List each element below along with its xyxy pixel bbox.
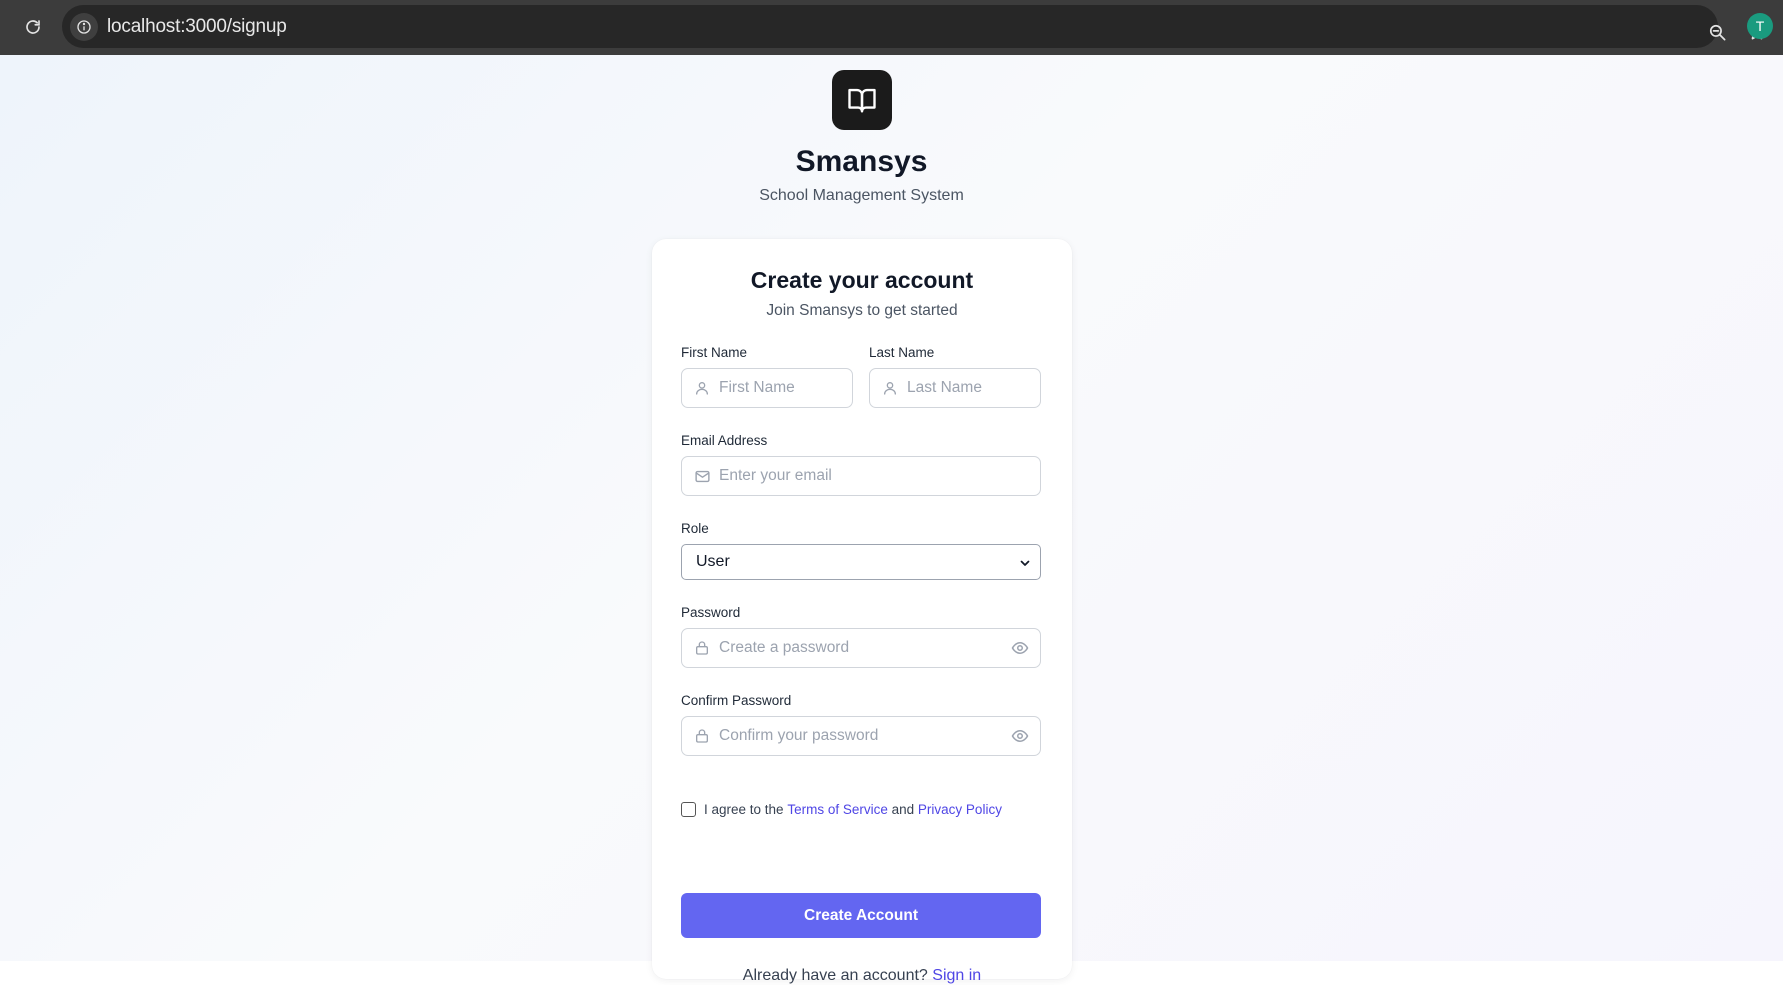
first-name-label: First Name	[681, 345, 748, 360]
terms-checkbox[interactable]	[681, 801, 696, 817]
email-field[interactable]	[681, 456, 1041, 496]
lock-icon	[693, 639, 711, 657]
email-label: Email Address	[681, 433, 768, 448]
terms-row: I agree to the Terms of Service and Priv…	[681, 800, 1002, 818]
terms-of-service-link[interactable]: Terms of Service	[787, 802, 888, 817]
reload-button[interactable]	[18, 12, 48, 42]
info-icon	[77, 20, 91, 34]
signin-row: Already have an account? Sign in	[652, 967, 1072, 985]
password-field[interactable]	[681, 628, 1041, 668]
role-label: Role	[681, 521, 709, 536]
signup-card: Create your account Join Smansys to get …	[652, 239, 1072, 984]
zoom-icon	[1709, 24, 1725, 40]
reload-icon	[26, 20, 40, 34]
password-input[interactable]	[719, 629, 989, 667]
mail-icon	[693, 467, 711, 485]
profile-avatar[interactable]: T	[1747, 13, 1773, 39]
book-open-icon	[848, 88, 876, 113]
brand-logo	[832, 70, 892, 130]
confirm-password-input[interactable]	[719, 717, 989, 755]
last-name-label: Last Name	[869, 345, 935, 360]
eye-icon[interactable]	[1010, 639, 1030, 657]
password-label: Password	[681, 605, 741, 620]
last-name-field[interactable]	[869, 368, 1041, 408]
signup-page: Smansys School Management System Create …	[0, 55, 1783, 984]
eye-icon[interactable]	[1010, 727, 1030, 745]
brand-name: Smansys	[795, 145, 928, 178]
browser-toolbar: localhost:3000/signup T	[0, 0, 1783, 55]
create-account-button[interactable]: Create Account	[681, 893, 1041, 938]
form-subtitle: Join Smansys to get started	[766, 302, 958, 319]
privacy-policy-link[interactable]: Privacy Policy	[918, 802, 1002, 817]
chevron-down-icon	[1018, 556, 1032, 570]
email-input[interactable]	[719, 457, 1029, 495]
confirm-password-field[interactable]	[681, 716, 1041, 756]
last-name-input[interactable]	[907, 369, 1032, 407]
form-title: Create your account	[750, 267, 974, 293]
first-name-field[interactable]	[681, 368, 853, 408]
zoom-button[interactable]	[1702, 17, 1732, 47]
url-text[interactable]: localhost:3000/signup	[107, 16, 287, 38]
brand-tagline: School Management System	[759, 187, 964, 204]
signin-prompt: Already have an account?	[742, 967, 928, 984]
site-info-button[interactable]	[70, 13, 98, 41]
address-bar[interactable]: localhost:3000/signup	[62, 5, 1766, 48]
lock-icon	[693, 727, 711, 745]
sign-in-link[interactable]: Sign in	[932, 967, 981, 984]
role-selected-value: User	[696, 553, 730, 570]
confirm-password-label: Confirm Password	[681, 693, 792, 708]
role-select[interactable]: User	[681, 544, 1041, 580]
terms-prefix: I agree to the	[704, 801, 784, 817]
first-name-input[interactable]	[719, 369, 844, 407]
terms-joiner: and	[891, 801, 915, 817]
user-icon	[693, 379, 711, 397]
user-icon	[881, 379, 899, 397]
